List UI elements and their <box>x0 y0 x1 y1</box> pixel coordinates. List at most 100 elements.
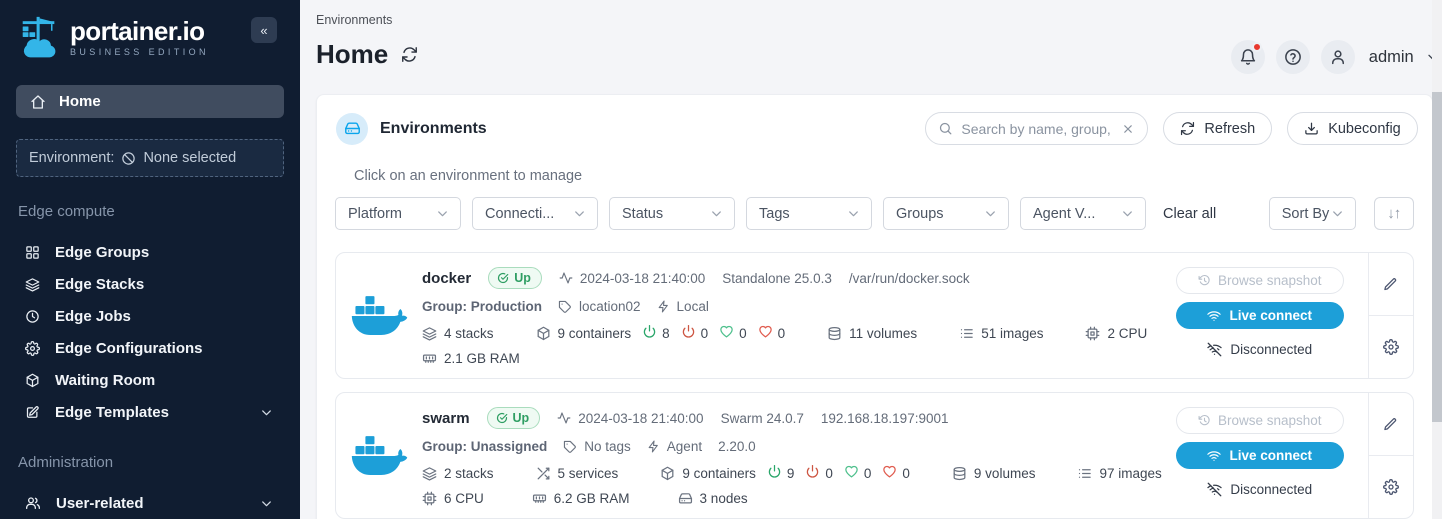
list-icon <box>959 326 974 341</box>
filter-label: Tags <box>759 206 790 222</box>
platform-version: Standalone 25.0.3 <box>722 271 832 286</box>
sidebar-item-user-related[interactable]: User-related <box>0 487 300 519</box>
history-icon <box>1198 274 1211 287</box>
environment-url: 192.168.18.197:9001 <box>821 411 949 426</box>
chevron-down-icon <box>846 206 861 221</box>
clear-search-icon[interactable] <box>1121 122 1135 136</box>
volumes-stat: 11 volumes <box>827 326 917 341</box>
status-label: Up <box>513 411 530 425</box>
environment-selector-prefix: Environment: <box>29 150 114 166</box>
shuffle-icon <box>536 466 551 481</box>
filter-agent-version[interactable]: Agent V... <box>1020 197 1146 230</box>
box-icon <box>660 466 675 481</box>
notification-dot <box>1252 42 1262 52</box>
page-title: Home <box>316 39 388 69</box>
filter-label: Connecti... <box>485 206 554 222</box>
nodes-icon <box>678 491 693 506</box>
logo-subtitle: BUSINESS EDITION <box>70 47 209 57</box>
scrollbar-thumb[interactable] <box>1432 92 1442 422</box>
chevron-down-icon <box>1120 206 1135 221</box>
edit-icon <box>25 405 40 420</box>
group-label: Group: Production <box>422 299 542 314</box>
running-containers: 9 <box>767 464 795 482</box>
activity-icon <box>557 411 571 425</box>
page-refresh-icon[interactable] <box>401 46 418 63</box>
live-connect-button[interactable]: Live connect <box>1176 302 1344 329</box>
breadcrumb[interactable]: Environments <box>316 0 392 27</box>
sidebar-item-waiting-room[interactable]: Waiting Room <box>0 364 300 396</box>
unhealthy-heart-icon <box>758 324 773 339</box>
clear-all-link[interactable]: Clear all <box>1163 206 1216 222</box>
portainer-logo-icon <box>16 13 62 61</box>
kubeconfig-button[interactable]: Kubeconfig <box>1287 112 1418 145</box>
environment-settings-button[interactable] <box>1369 456 1413 518</box>
kubeconfig-label: Kubeconfig <box>1328 121 1401 137</box>
edit-environment-button[interactable] <box>1369 253 1413 316</box>
search-icon <box>938 121 953 136</box>
disconnected-status: Disconnected <box>1207 342 1312 357</box>
filter-platform[interactable]: Platform <box>335 197 461 230</box>
wifi-icon <box>1207 449 1221 463</box>
filter-tags[interactable]: Tags <box>746 197 872 230</box>
sidebar-item-edge-jobs[interactable]: Edge Jobs <box>0 300 300 332</box>
zap-icon <box>647 440 660 453</box>
user-avatar[interactable] <box>1321 40 1355 74</box>
help-button[interactable] <box>1276 40 1310 74</box>
tags: location02 <box>558 299 641 314</box>
environments-icon <box>336 113 368 145</box>
stopped-containers: 0 <box>805 464 833 482</box>
page-scrollbar[interactable] <box>1432 0 1442 519</box>
sidebar-item-edge-groups[interactable]: Edge Groups <box>0 236 300 268</box>
live-connect-button[interactable]: Live connect <box>1176 442 1344 469</box>
activity-icon <box>559 271 573 285</box>
sidebar-item-home[interactable]: Home <box>16 85 284 118</box>
browse-snapshot-button[interactable]: Browse snapshot <box>1176 407 1344 434</box>
refresh-button[interactable]: Refresh <box>1163 112 1272 145</box>
sidebar-item-edge-templates[interactable]: Edge Templates <box>0 396 300 428</box>
edit-environment-button[interactable] <box>1369 393 1413 456</box>
running-containers: 8 <box>642 324 670 342</box>
filter-status[interactable]: Status <box>609 197 735 230</box>
environment-name[interactable]: docker <box>422 270 471 287</box>
search-input[interactable] <box>961 121 1113 137</box>
sort-by-select[interactable]: Sort By <box>1269 197 1356 230</box>
refresh-label: Refresh <box>1204 121 1255 137</box>
list-icon <box>1077 466 1092 481</box>
environment-selector[interactable]: Environment: None selected <box>16 139 284 177</box>
gear-icon <box>25 341 40 356</box>
sidebar-collapse-button[interactable]: « <box>251 17 277 43</box>
sidebar: portainer.io BUSINESS EDITION « Home Env… <box>0 0 300 519</box>
cpu-stat: 2 CPU <box>1085 326 1147 341</box>
status-badge: Up <box>487 407 541 429</box>
portainer-app: portainer.io BUSINESS EDITION « Home Env… <box>0 0 1442 519</box>
ram-stat: 6.2 GB RAM <box>532 491 630 506</box>
tags-label: location02 <box>579 299 641 314</box>
environment-card-swarm[interactable]: swarm Up 2024-03-18 21:40:00 Swarm 24.0.… <box>335 392 1414 519</box>
images-stat: 51 images <box>959 326 1043 341</box>
connection-type: Agent <box>647 439 702 454</box>
sidebar-item-label: Edge Groups <box>55 244 149 261</box>
chevron-down-icon <box>709 206 724 221</box>
filter-groups[interactable]: Groups <box>883 197 1009 230</box>
notifications-button[interactable] <box>1231 40 1265 74</box>
browse-snapshot-button[interactable]: Browse snapshot <box>1176 267 1344 294</box>
memory-icon <box>532 491 547 506</box>
environment-settings-button[interactable] <box>1369 316 1413 378</box>
zap-icon <box>657 300 670 313</box>
sidebar-item-label: Edge Jobs <box>55 308 131 325</box>
containers-stat: 9 containers <box>660 466 756 481</box>
username[interactable]: admin <box>1369 48 1414 67</box>
filter-label: Groups <box>896 206 944 222</box>
sidebar-item-edge-configurations[interactable]: Edge Configurations <box>0 332 300 364</box>
last-check: 2024-03-18 21:40:00 <box>559 271 705 286</box>
environment-name[interactable]: swarm <box>422 410 470 427</box>
pencil-icon <box>1383 417 1398 432</box>
connection-type: Local <box>657 299 709 314</box>
environment-card-docker[interactable]: docker Up 2024-03-18 21:40:00 Standalone… <box>335 252 1414 379</box>
filter-connection-type[interactable]: Connecti... <box>472 197 598 230</box>
download-icon <box>1304 121 1319 136</box>
sidebar-item-edge-stacks[interactable]: Edge Stacks <box>0 268 300 300</box>
sort-direction-button[interactable]: ↓↑ <box>1374 197 1414 230</box>
agent-version: 2.20.0 <box>718 439 756 454</box>
environment-selector-value: None selected <box>143 150 236 166</box>
